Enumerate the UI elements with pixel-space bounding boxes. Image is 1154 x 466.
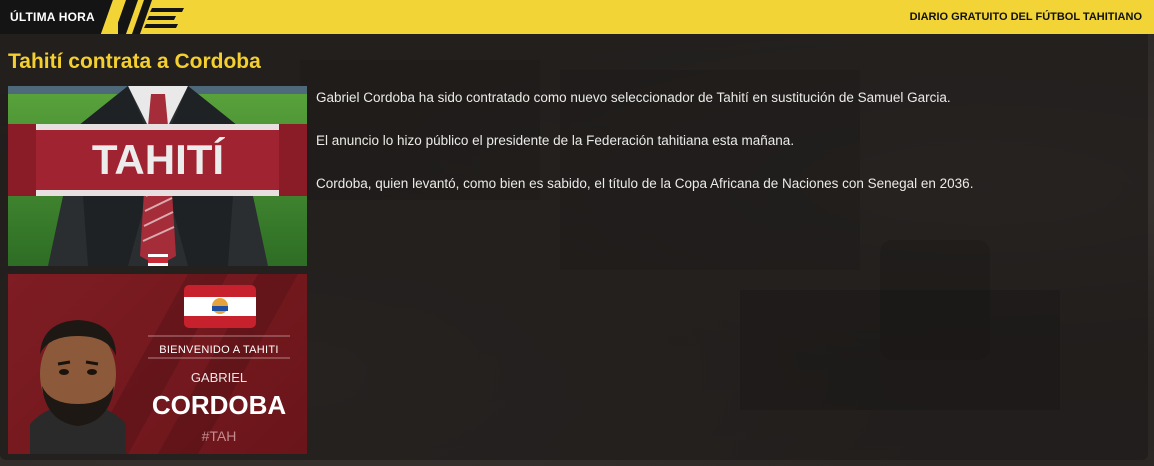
- article-paragraph: Cordoba, quien levantó, como bien es sab…: [316, 176, 974, 191]
- article-paragraph: El anuncio lo hizo público el presidente…: [316, 133, 795, 148]
- welcome-card: BIENVENIDO A TAHITI GABRIEL CORDOBA #TAH: [8, 274, 307, 454]
- scarf-text: TAHITÍ: [92, 136, 226, 183]
- article-headline: Tahití contrata a Cordoba: [8, 50, 261, 73]
- newspaper-masthead: DIARIO GRATUITO DEL FÚTBOL TAHITIANO: [909, 11, 1142, 23]
- scarf-image: TAHITÍ: [8, 86, 307, 266]
- tahiti-flag-icon: [184, 285, 256, 328]
- coach-first-name: GABRIEL: [190, 370, 248, 385]
- breaking-news-bar: ÚLTIMA HORA DIARIO GRATUITO DEL FÚTBOL T…: [0, 0, 1154, 34]
- breaking-news-tag: ÚLTIMA HORA: [0, 0, 113, 34]
- stripes-logo-icon: [118, 0, 184, 34]
- team-hashtag: #TAH: [201, 428, 237, 444]
- welcome-banner: BIENVENIDO A TAHITI: [159, 344, 279, 356]
- coach-portrait: [30, 320, 126, 454]
- article-body: Gabriel Cordoba ha sido contratado como …: [316, 88, 1136, 217]
- coach-last-name: CORDOBA: [151, 390, 287, 420]
- article-paragraph: Gabriel Cordoba ha sido contratado como …: [316, 90, 951, 105]
